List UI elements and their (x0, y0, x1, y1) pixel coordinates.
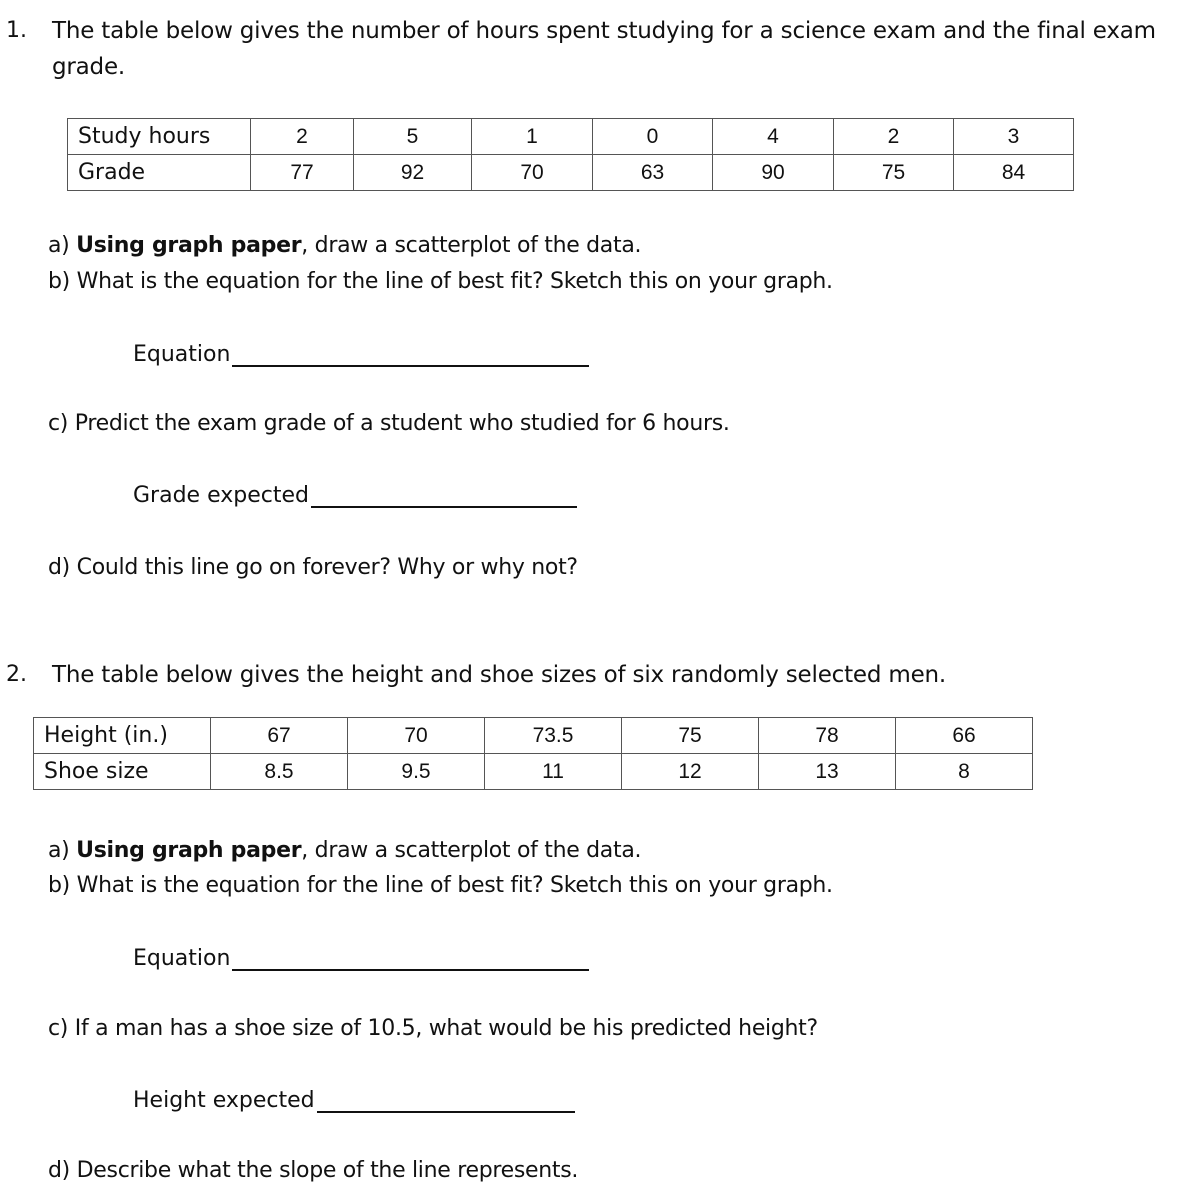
part-a-emphasis: Using graph paper (76, 233, 302, 258)
table-cell: 8 (895, 753, 1033, 790)
table-cell: 8.5 (210, 753, 348, 790)
table-cell: 9.5 (347, 753, 485, 790)
problem-2-equation-answer: Equation (133, 946, 590, 971)
row-label: Study hours (67, 118, 251, 155)
table-cell: 2 (250, 118, 354, 155)
equation-blank[interactable] (232, 343, 590, 367)
problem-1-number: 1. (6, 18, 27, 43)
problem-2-height-expected-answer: Height expected (133, 1088, 575, 1113)
part-d-text: Could this line go on forever? Why or wh… (76, 555, 578, 580)
problem-2-part-c: c) If a man has a shoe size of 10.5, wha… (48, 1016, 818, 1041)
part-marker: d) (48, 555, 70, 580)
problem-1-intro-line2: grade. (52, 54, 126, 80)
height-shoe-size-table: Height (in.) 67 70 73.5 75 78 66 Shoe si… (33, 717, 1033, 790)
problem-1-grade-expected-answer: Grade expected (133, 483, 577, 508)
row-label: Height (in.) (33, 717, 211, 754)
problem-1-part-d: d) Could this line go on forever? Why or… (48, 555, 578, 580)
part-marker: c) (48, 411, 69, 436)
table-cell: 78 (758, 717, 896, 754)
table-cell: 75 (833, 154, 954, 191)
part-marker: a) (48, 838, 70, 863)
grade-expected-blank[interactable] (310, 484, 577, 508)
table-cell: 13 (758, 753, 896, 790)
problem-2-part-d: d) Describe what the slope of the line r… (48, 1158, 578, 1183)
table-cell: 63 (592, 154, 713, 191)
problem-1-part-a: a) Using graph paper, draw a scatterplot… (48, 233, 642, 258)
table-cell: 84 (953, 154, 1074, 191)
part-a-text: , draw a scatterplot of the data. (301, 233, 642, 258)
problem-1-part-c: c) Predict the exam grade of a student w… (48, 411, 730, 436)
table-cell: 92 (353, 154, 472, 191)
table-cell: 90 (712, 154, 834, 191)
table-row-grade: Grade 77 92 70 63 90 75 84 (67, 154, 1074, 191)
table-cell: 67 (210, 717, 348, 754)
part-a-emphasis: Using graph paper (76, 838, 302, 863)
problem-1-intro-line1: The table below gives the number of hour… (52, 18, 1156, 44)
table-cell: 70 (471, 154, 593, 191)
table-cell: 77 (250, 154, 354, 191)
problem-2-intro: The table below gives the height and sho… (52, 662, 947, 688)
table-cell: 12 (621, 753, 759, 790)
problem-1-part-b: b) What is the equation for the line of … (48, 269, 833, 294)
equation-label: Equation (133, 342, 231, 367)
part-c-text: If a man has a shoe size of 10.5, what w… (74, 1016, 818, 1041)
equation-blank[interactable] (232, 947, 590, 971)
table-cell: 66 (895, 717, 1033, 754)
table-cell: 70 (347, 717, 485, 754)
table-cell: 5 (353, 118, 472, 155)
problem-2-part-a: a) Using graph paper, draw a scatterplot… (48, 838, 642, 863)
part-a-text: , draw a scatterplot of the data. (301, 838, 642, 863)
grade-expected-label: Grade expected (133, 483, 309, 508)
table-cell: 0 (592, 118, 713, 155)
table-cell: 4 (712, 118, 834, 155)
table-row-height: Height (in.) 67 70 73.5 75 78 66 (33, 717, 1033, 754)
table-cell: 11 (484, 753, 622, 790)
table-cell: 1 (471, 118, 593, 155)
study-hours-grade-table: Study hours 2 5 1 0 4 2 3 Grade 77 92 70… (67, 118, 1074, 191)
part-c-text: Predict the exam grade of a student who … (74, 411, 730, 436)
table-cell: 75 (621, 717, 759, 754)
table-row-shoe-size: Shoe size 8.5 9.5 11 12 13 8 (33, 753, 1033, 790)
height-expected-blank[interactable] (316, 1089, 575, 1113)
problem-2-part-b: b) What is the equation for the line of … (48, 873, 833, 898)
table-row-study-hours: Study hours 2 5 1 0 4 2 3 (67, 118, 1074, 155)
part-marker: d) (48, 1158, 70, 1183)
table-cell: 2 (833, 118, 954, 155)
problem-2-number: 2. (6, 662, 27, 687)
part-marker: c) (48, 1016, 69, 1041)
part-d-text: Describe what the slope of the line repr… (76, 1158, 579, 1183)
table-cell: 73.5 (484, 717, 622, 754)
part-marker: b) (48, 873, 70, 898)
part-marker: a) (48, 233, 70, 258)
part-b-text: What is the equation for the line of bes… (76, 269, 833, 294)
row-label: Shoe size (33, 753, 211, 790)
table-cell: 3 (953, 118, 1074, 155)
height-expected-label: Height expected (133, 1088, 315, 1113)
part-b-text: What is the equation for the line of bes… (76, 873, 833, 898)
equation-label: Equation (133, 946, 231, 971)
problem-1-equation-answer: Equation (133, 342, 590, 367)
part-marker: b) (48, 269, 70, 294)
row-label: Grade (67, 154, 251, 191)
